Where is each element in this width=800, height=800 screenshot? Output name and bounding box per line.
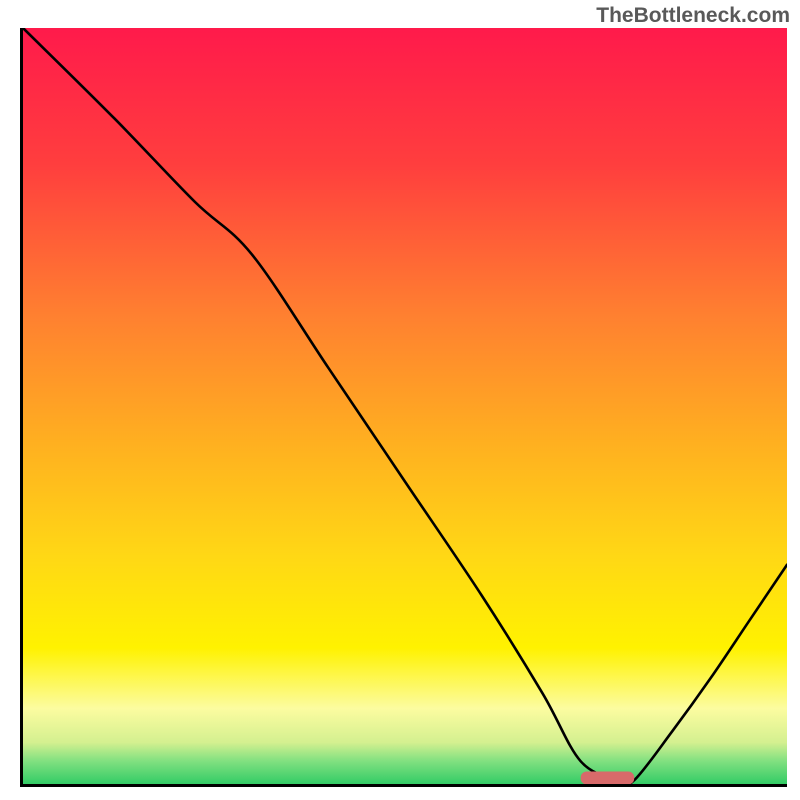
watermark-text: TheBottleneck.com [596,4,790,28]
optimal-marker [581,771,634,784]
chart-container: TheBottleneck.com [0,0,800,800]
plot-area [20,28,787,787]
chart-svg [23,28,787,784]
